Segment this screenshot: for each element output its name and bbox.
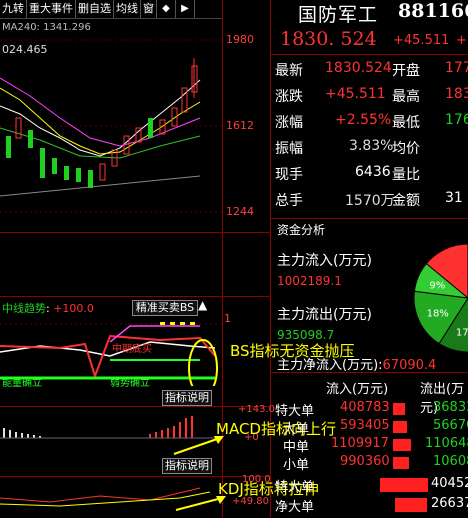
candles (6, 58, 198, 188)
quote-row: 涨幅 +2.55% 最低 176 (275, 112, 468, 131)
arrow-icon (175, 496, 226, 511)
diamond-icon[interactable]: ◆ (157, 0, 176, 18)
index-change: +45.511 (393, 33, 450, 48)
play-right-icon[interactable]: ▶ (176, 0, 195, 18)
index-name: 国防军工 (298, 4, 379, 26)
quote-row: 振幅 3.83% 均价 (275, 138, 420, 157)
col-inflow-header: 流入(万元) (326, 382, 389, 397)
quote-row: 现手 6436 量比 (275, 164, 420, 183)
macd-top-value: +143.0 (238, 404, 276, 415)
main-outflow-value: 935098.7 (277, 328, 335, 342)
bs-label-weak: 弱势确立 (110, 378, 150, 389)
axis-label-mid: 1612 (226, 119, 254, 132)
arrow-icon (173, 436, 224, 455)
pie-slice-label: 17% (456, 327, 468, 338)
pie-slice-label: 9% (429, 281, 445, 292)
toolbar-item-window[interactable]: 窗 (141, 0, 157, 18)
toolbar-item-events[interactable]: 重大事件 (27, 0, 76, 18)
toolbar-item-moving-average[interactable]: 均线 (114, 0, 141, 18)
index-code: 881166 (398, 0, 468, 22)
flow-row: 小单 990360 10608 (283, 454, 468, 473)
trend-value: +100.0 (53, 302, 94, 315)
toolbar-item-remove-favorite[interactable]: 删自选 (76, 0, 114, 18)
net-flow-row: 特大单 40452 (275, 476, 468, 495)
flow-row: 大单 593405 56670 (283, 418, 468, 437)
trend-name: 中线趋势 (2, 302, 46, 315)
pie-slice-label: 18% (427, 308, 449, 319)
net-inflow: 主力净流入(万元):67090.4 (277, 354, 436, 373)
fund-pie-chart: 7%18%17%17%18%9% (413, 244, 468, 352)
net-flow-row: 净大单 26637 (275, 496, 468, 515)
bs-indicator-button[interactable]: 精准买卖BS (132, 300, 198, 316)
arrow-toggle-icon[interactable]: ▲ (198, 298, 207, 312)
indicator2-explain-button[interactable]: 指标说明 (162, 458, 212, 474)
net-inflow-value: 67090.4 (382, 358, 437, 373)
quote-row: 涨跌 +45.511 最高 183 (275, 86, 468, 105)
index-change-extra: + (456, 33, 467, 48)
bs-label-mid-bottom: 中期底买 (112, 344, 152, 355)
main-inflow-value: 1002189.1 (277, 274, 342, 288)
toolbar-item-jiuzhuan[interactable]: 九转 (0, 0, 27, 18)
indicator1-axis: 1 (224, 312, 231, 325)
candlestick-chart (0, 39, 222, 213)
indicator1-explain-button[interactable]: 指标说明 (162, 390, 212, 406)
bs-label-energy: 能量确立 (2, 378, 42, 389)
net-inflow-label: 主力净流入(万元): (277, 358, 383, 373)
index-price: 1830. 524 (280, 28, 377, 50)
chart-toolbar: 九转 重大事件 删自选 均线 窗 ◆ ▶ (0, 0, 222, 19)
panel-divider (270, 0, 271, 518)
trend-indicator-header: 中线趋势: +100.0 (2, 302, 94, 315)
axis-label-top: 1980 (226, 33, 254, 46)
quote-row: 总手 1570万 金额 31 (275, 190, 463, 209)
fund-analysis-title: 资金分析 (277, 223, 326, 237)
axis-label-bottom: 1244 (226, 205, 254, 218)
quote-row: 最新 1830.524 开盘 177 (275, 60, 468, 79)
main-inflow-label: 主力流入(万元) (277, 253, 372, 269)
flow-row: 特大单 408783 36833 (275, 400, 468, 419)
flow-row: 中单 1109917 110648 (283, 436, 468, 455)
main-outflow-label: 主力流出(万元) (277, 307, 372, 323)
